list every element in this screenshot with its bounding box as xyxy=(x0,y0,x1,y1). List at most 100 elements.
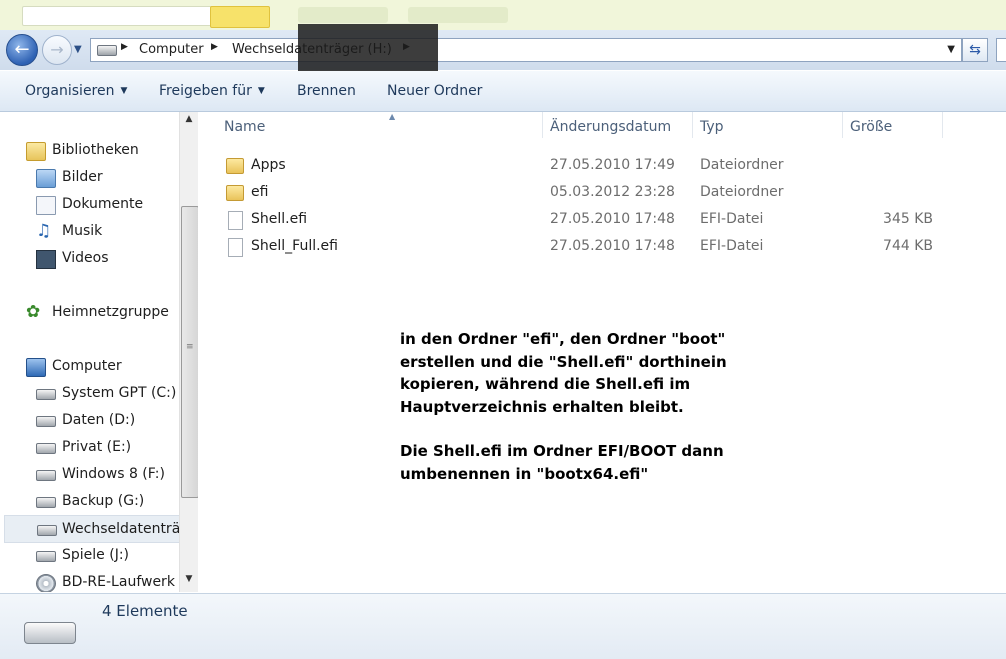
computer-icon xyxy=(26,358,46,377)
library-icon xyxy=(26,142,46,161)
file-icon xyxy=(228,238,243,257)
details-pane: 4 Elemente xyxy=(0,593,1006,659)
sidebar-item-label: Daten (D:) xyxy=(62,412,136,428)
sidebar-item-drive-h[interactable]: Wechseldatenträg xyxy=(4,515,196,543)
column-header-label: Änderungsdatum xyxy=(550,119,672,135)
column-header-label: Name xyxy=(224,119,266,135)
file-row[interactable]: Shell.efi 27.05.2010 17:48 EFI-Datei 345… xyxy=(202,206,1006,232)
chevron-down-icon: ▼ xyxy=(257,86,265,96)
sidebar-item-label: Backup (G:) xyxy=(62,493,145,509)
file-name: efi xyxy=(251,184,269,200)
sidebar-item-label: Bibliotheken xyxy=(52,142,139,158)
file-date: 27.05.2010 17:49 xyxy=(550,157,675,173)
column-header-name[interactable]: Name ▲ xyxy=(216,112,543,138)
drive-icon xyxy=(36,389,56,400)
sidebar-item-label: Privat (E:) xyxy=(62,439,132,455)
blurred-search-button xyxy=(210,6,270,28)
column-header-type[interactable]: Typ xyxy=(692,112,843,138)
new-folder-button[interactable]: Neuer Ordner xyxy=(387,83,482,99)
file-type: EFI-Datei xyxy=(700,211,764,227)
forward-button[interactable]: → xyxy=(42,35,72,65)
file-size: 744 KB xyxy=(883,238,933,254)
sidebar-item-label: Spiele (J:) xyxy=(62,547,129,563)
address-dropdown-icon[interactable]: ▼ xyxy=(947,44,955,55)
chevron-down-icon: ▼ xyxy=(74,44,82,55)
sidebar-scrollbar[interactable]: ▲ ≡ ▼ xyxy=(179,112,199,592)
sidebar-item-label: BD-RE-Laufwerk ( xyxy=(62,574,185,590)
breadcrumb-separator-icon[interactable]: ▶ xyxy=(121,42,128,52)
folder-icon xyxy=(226,158,244,174)
share-label: Freigeben für xyxy=(159,83,252,99)
file-size: 345 KB xyxy=(883,211,933,227)
grip-icon: ≡ xyxy=(186,342,194,352)
share-button[interactable]: Freigeben für ▼ xyxy=(159,83,265,99)
pane-divider[interactable] xyxy=(198,112,201,592)
file-name: Apps xyxy=(251,157,286,173)
sidebar-item-label: Computer xyxy=(52,358,122,374)
removable-drive-icon xyxy=(24,622,76,644)
sidebar-item-label: System GPT (C:) xyxy=(62,385,177,401)
drive-icon xyxy=(97,45,117,56)
file-name: Shell_Full.efi xyxy=(251,238,338,254)
column-header-label: Größe xyxy=(850,119,893,135)
address-bar[interactable]: ▶ Computer ▶ Wechseldatenträger (H:) ▶ ▼ xyxy=(90,38,962,62)
folder-icon xyxy=(226,185,244,201)
video-icon xyxy=(36,250,56,269)
arrow-left-icon: ← xyxy=(14,39,30,60)
arrow-right-icon: → xyxy=(50,40,64,59)
drive-icon xyxy=(36,551,56,562)
file-row[interactable]: Shell_Full.efi 27.05.2010 17:48 EFI-Date… xyxy=(202,233,1006,259)
navigation-bar: ← → ▼ ▶ Computer ▶ Wechseldatenträger (H… xyxy=(0,30,1006,70)
breadcrumb-separator-icon[interactable]: ▶ xyxy=(211,42,218,52)
file-name: Shell.efi xyxy=(251,211,308,227)
back-button[interactable]: ← xyxy=(6,34,38,66)
disc-icon xyxy=(36,574,56,592)
sidebar-item-label: Heimnetzgruppe xyxy=(52,304,169,320)
sidebar-item-label: Dokumente xyxy=(62,196,144,212)
recent-pages-button[interactable]: ▼ xyxy=(74,45,86,55)
annotation-paragraph: Die Shell.efi im Ordner EFI/BOOT dann um… xyxy=(400,442,724,483)
column-header-size[interactable]: Größe xyxy=(842,112,943,138)
scroll-down-icon[interactable]: ▼ xyxy=(180,574,198,590)
homegroup-icon: ✿ xyxy=(26,302,41,322)
scrollbar-thumb[interactable]: ≡ xyxy=(181,206,199,498)
blurred-item xyxy=(298,7,388,23)
file-type: Dateiordner xyxy=(700,157,784,173)
command-bar: Organisieren ▼ Freigeben für ▼ Brennen Neu… xyxy=(0,71,1006,112)
file-row[interactable]: Apps 27.05.2010 17:49 Dateiordner xyxy=(202,152,1006,178)
pictures-icon xyxy=(36,169,56,188)
column-header-label: Typ xyxy=(700,119,724,135)
item-count: 4 Elemente xyxy=(102,602,188,620)
removable-drive-icon xyxy=(37,525,57,536)
music-icon: ♫ xyxy=(36,221,52,241)
file-type: EFI-Datei xyxy=(700,238,764,254)
file-row[interactable]: efi 05.03.2012 23:28 Dateiordner xyxy=(202,179,1006,205)
sidebar-item-label: Windows 8 (F:) xyxy=(62,466,165,482)
documents-icon xyxy=(36,196,56,215)
annotation-paragraph: in den Ordner "efi", den Ordner "boot" e… xyxy=(400,330,727,416)
breadcrumb-computer[interactable]: Computer xyxy=(139,42,204,57)
top-strip xyxy=(0,0,1006,31)
drive-icon xyxy=(36,443,56,454)
sort-ascending-icon: ▲ xyxy=(389,112,396,121)
blurred-item xyxy=(408,7,508,23)
file-date: 27.05.2010 17:48 xyxy=(550,238,675,254)
column-header-date[interactable]: Änderungsdatum xyxy=(542,112,693,138)
file-icon xyxy=(228,211,243,230)
refresh-button[interactable]: ⇆ xyxy=(962,38,988,62)
organize-button[interactable]: Organisieren ▼ xyxy=(25,83,127,99)
file-type: Dateiordner xyxy=(700,184,784,200)
burn-button[interactable]: Brennen xyxy=(297,83,356,99)
file-date: 05.03.2012 23:28 xyxy=(550,184,675,200)
refresh-icon: ⇆ xyxy=(969,42,981,58)
organize-label: Organisieren xyxy=(25,83,115,99)
search-input[interactable] xyxy=(996,38,1006,62)
drive-icon xyxy=(36,416,56,427)
navigation-pane: Bibliotheken Bilder Dokumente ♫ Musik Vi… xyxy=(0,112,198,592)
sidebar-item-label: Bilder xyxy=(62,169,103,185)
sidebar-item-label: Musik xyxy=(62,223,103,239)
sidebar-item-label: Videos xyxy=(62,250,109,266)
chevron-down-icon: ▼ xyxy=(120,86,128,96)
scroll-up-icon[interactable]: ▲ xyxy=(180,114,198,130)
file-date: 27.05.2010 17:48 xyxy=(550,211,675,227)
